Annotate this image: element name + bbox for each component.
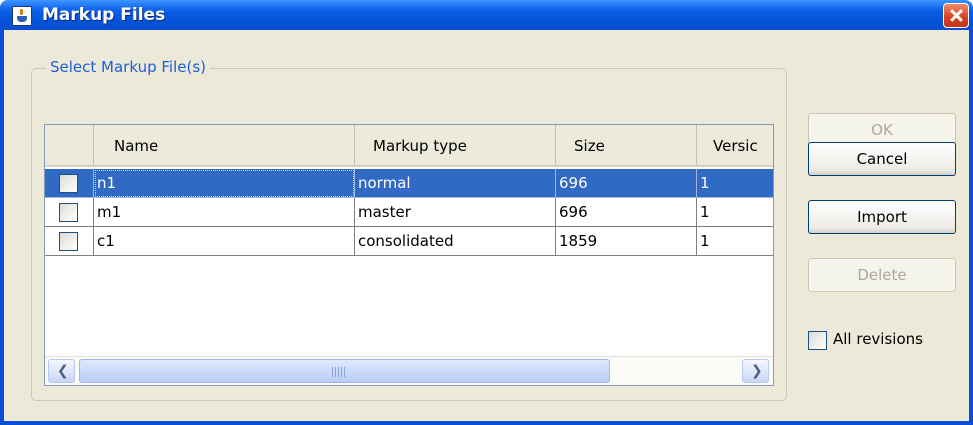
cell-size[interactable]: 1859 bbox=[556, 227, 697, 256]
cell-markup-type[interactable]: normal bbox=[355, 169, 556, 198]
row-checkbox[interactable] bbox=[59, 232, 78, 251]
horizontal-scrollbar[interactable]: ❮ ❯ bbox=[45, 356, 773, 385]
java-cup-icon bbox=[12, 6, 32, 26]
title-bar[interactable]: Markup Files bbox=[0, 0, 973, 30]
scrollbar-thumb[interactable] bbox=[79, 359, 610, 383]
java-cup-body bbox=[17, 16, 27, 22]
cell-version[interactable]: 1 bbox=[697, 198, 773, 227]
scroll-right-button[interactable]: ❯ bbox=[742, 359, 769, 383]
close-button[interactable] bbox=[943, 3, 969, 28]
delete-button[interactable]: Delete bbox=[808, 258, 956, 292]
table-row[interactable]: c1 consolidated 1859 1 bbox=[45, 227, 773, 256]
column-header-markup-type[interactable]: Markup type bbox=[355, 125, 556, 165]
arrow-left-icon: ❮ bbox=[57, 363, 69, 379]
java-cup-steam bbox=[20, 9, 23, 15]
arrow-right-icon: ❯ bbox=[751, 363, 763, 379]
cancel-button[interactable]: Cancel bbox=[808, 142, 956, 176]
cell-name[interactable]: m1 bbox=[94, 198, 355, 227]
cell-version[interactable]: 1 bbox=[697, 169, 773, 198]
cell-markup-type[interactable]: consolidated bbox=[355, 227, 556, 256]
markup-files-table[interactable]: Name Markup type Size Versic n1 normal 6… bbox=[44, 124, 774, 386]
all-revisions-checkbox[interactable] bbox=[808, 331, 827, 350]
all-revisions-label: All revisions bbox=[833, 330, 923, 348]
row-checkbox-cell bbox=[45, 227, 94, 256]
cell-markup-type[interactable]: master bbox=[355, 198, 556, 227]
cell-version[interactable]: 1 bbox=[697, 227, 773, 256]
row-checkbox-cell bbox=[45, 198, 94, 227]
group-title: Select Markup File(s) bbox=[46, 58, 210, 76]
cell-size[interactable]: 696 bbox=[556, 169, 697, 198]
row-checkbox[interactable] bbox=[59, 203, 78, 222]
scroll-left-button[interactable]: ❮ bbox=[48, 359, 75, 383]
cell-name[interactable]: n1 bbox=[94, 169, 355, 198]
table-row[interactable]: n1 normal 696 1 bbox=[45, 169, 773, 198]
import-button[interactable]: Import bbox=[808, 200, 956, 234]
cell-size[interactable]: 696 bbox=[556, 198, 697, 227]
cell-name[interactable]: c1 bbox=[94, 227, 355, 256]
table-header: Name Markup type Size Versic bbox=[45, 125, 773, 167]
column-header-size[interactable]: Size bbox=[556, 125, 697, 165]
row-checkbox-cell bbox=[45, 169, 94, 198]
row-checkbox[interactable] bbox=[59, 174, 78, 193]
column-header-name[interactable]: Name bbox=[94, 125, 355, 165]
window-title: Markup Files bbox=[42, 5, 166, 25]
column-header-version[interactable]: Versic bbox=[697, 125, 773, 165]
table-row[interactable]: m1 master 696 1 bbox=[45, 198, 773, 227]
column-header-select[interactable] bbox=[45, 125, 94, 165]
scrollbar-grip-icon bbox=[332, 367, 346, 377]
markup-files-window: Markup Files Select Markup File(s) Name … bbox=[0, 0, 973, 425]
